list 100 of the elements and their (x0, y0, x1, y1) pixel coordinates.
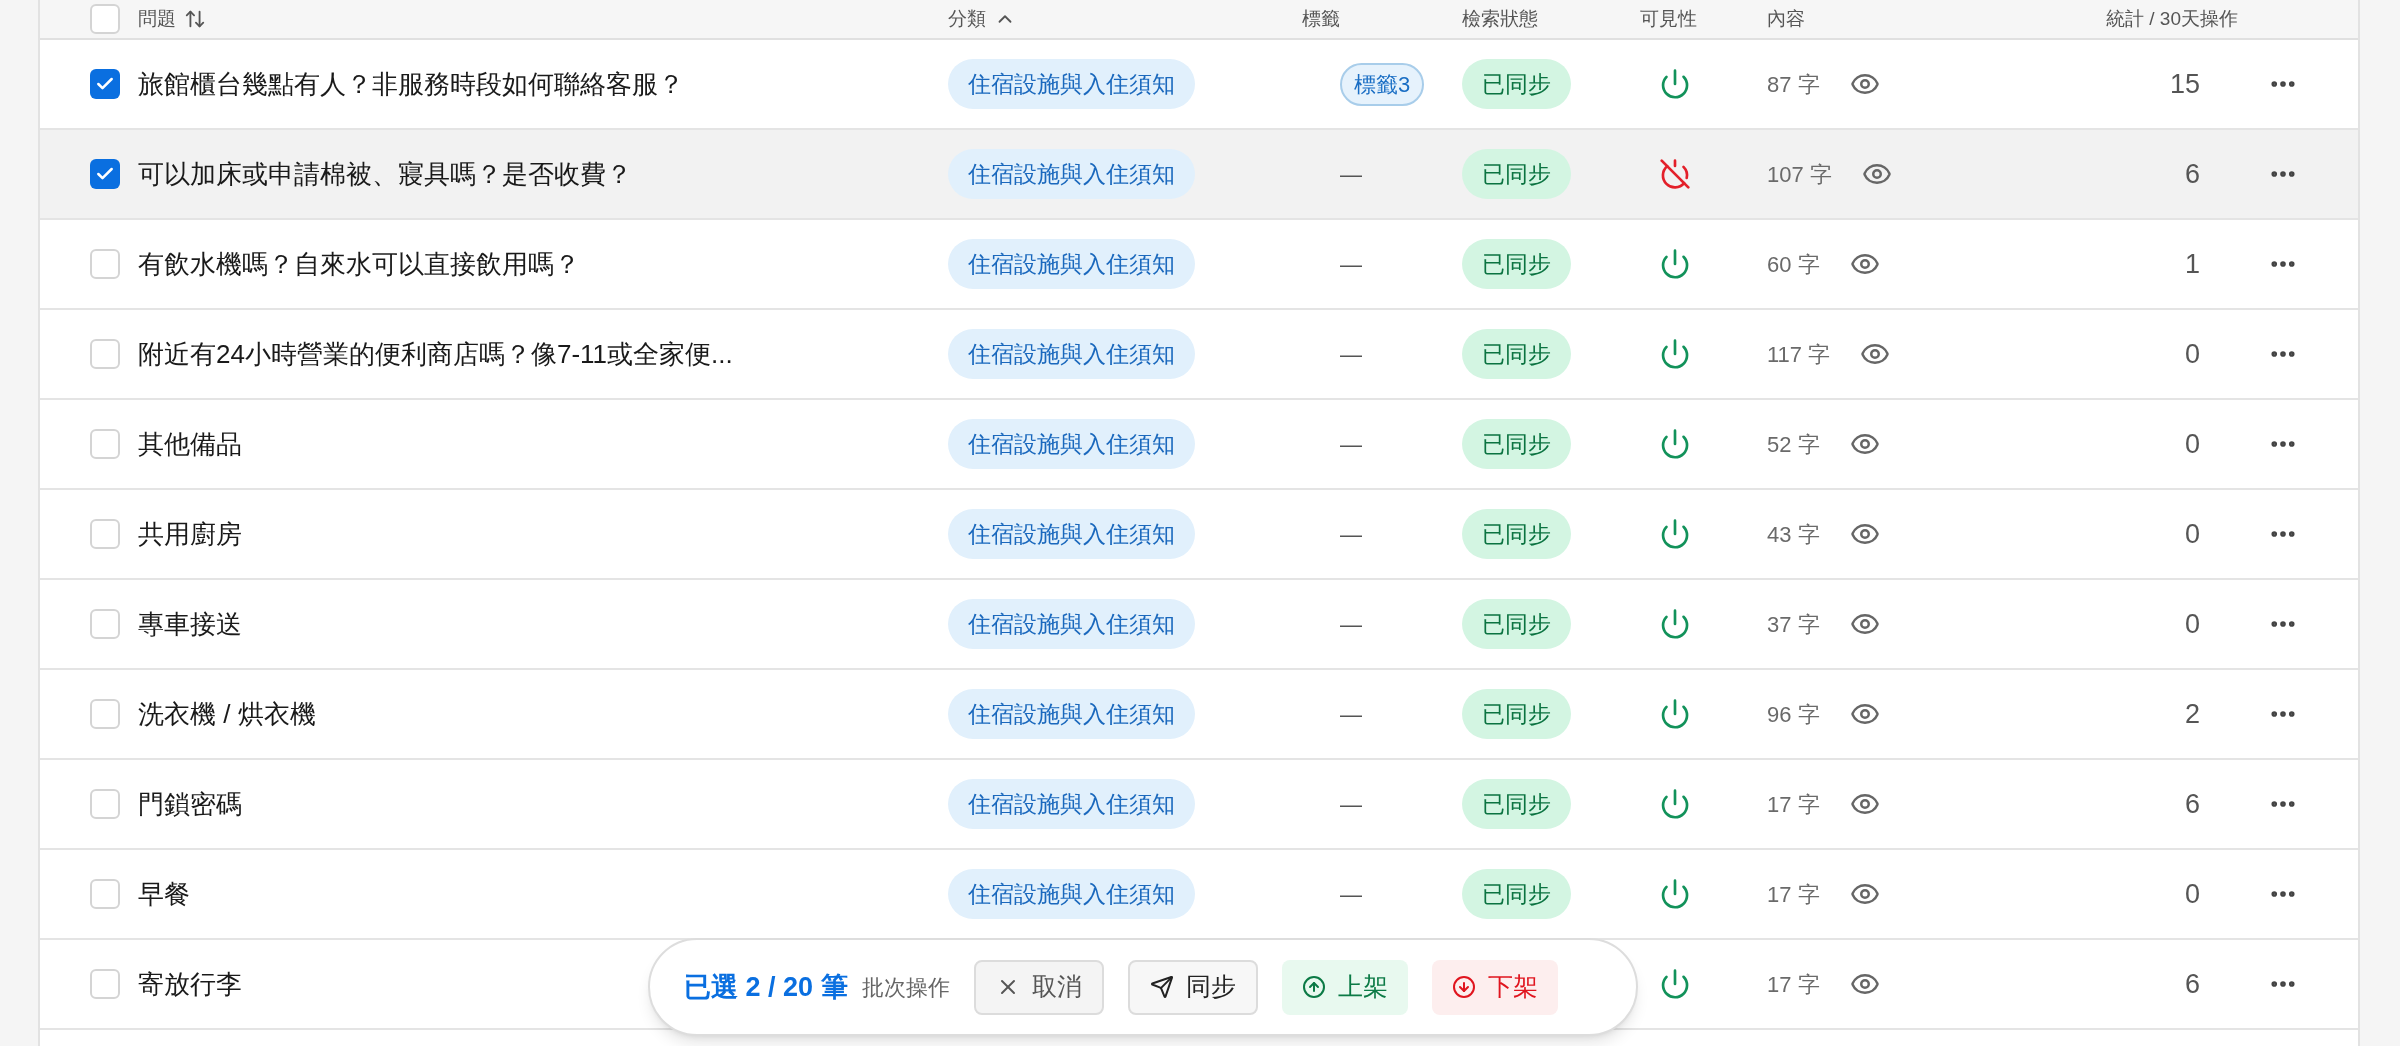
length-text: 43 字 (1767, 520, 1820, 549)
question-text: 共用廚房 (138, 518, 242, 549)
checkbox[interactable] (90, 339, 120, 369)
column-header: 內容 (1767, 6, 1805, 31)
question-text: 有飲水機嗎？自來水可以直接飲用嗎？ (138, 248, 580, 279)
empty-tag-dash: — (1340, 611, 1362, 637)
power-icon[interactable] (1659, 518, 1691, 550)
status-badge: 已同步 (1462, 148, 1571, 200)
length-text: 17 字 (1767, 970, 1820, 999)
category-tag: 住宿設施與入住須知 (948, 598, 1195, 650)
stat-count: 0 (2184, 518, 2200, 549)
question-text: 洗衣機 / 烘衣機 (138, 698, 316, 729)
publish-button[interactable]: 上架 (1281, 959, 1408, 1015)
checkbox[interactable] (90, 159, 120, 189)
column-header: 統計 / 30天 (2106, 6, 2200, 31)
length-text: 17 字 (1767, 790, 1820, 819)
power-icon[interactable] (1659, 68, 1691, 100)
table-row[interactable]: 可以加床或申請棉被、寢具嗎？是否收費？ 住宿設施與入住須知 — 已同步 107 字 6 (40, 130, 2358, 220)
length-text: 117 字 (1767, 340, 1831, 369)
stat-count: 6 (2184, 968, 2200, 999)
cancel-button[interactable]: 取消 (973, 959, 1104, 1015)
power-icon[interactable] (1659, 878, 1691, 910)
status-badge: 已同步 (1462, 598, 1571, 650)
status-badge: 已同步 (1462, 328, 1571, 380)
status-badge: 已同步 (1462, 868, 1571, 920)
status-badge: 已同步 (1462, 508, 1571, 560)
category-tag: 住宿設施與入住須知 (948, 868, 1195, 920)
status-badge: 已同步 (1462, 238, 1571, 290)
column-header: 可見性 (1640, 6, 1697, 31)
power-icon[interactable] (1659, 248, 1691, 280)
length-text: 87 字 (1767, 70, 1820, 99)
category-tag: 住宿設施與入住須知 (948, 508, 1195, 560)
empty-tag-dash: — (1340, 521, 1362, 547)
column-header: 操作 (2200, 6, 2238, 31)
power-icon[interactable] (1659, 428, 1691, 460)
status-badge: 已同步 (1462, 778, 1571, 830)
length-text: 107 字 (1767, 160, 1832, 189)
unpublish-button[interactable]: 下架 (1431, 959, 1558, 1015)
question-text: 專車接送 (138, 608, 242, 639)
stat-count: 0 (2184, 878, 2200, 909)
status-badge: 已同步 (1462, 418, 1571, 470)
checkbox[interactable] (90, 4, 120, 34)
checkbox[interactable] (90, 429, 120, 459)
bulk-label: 批次操作 (861, 973, 950, 1002)
selection-count: 已選 2 / 20 筆 (684, 970, 848, 1004)
checkbox[interactable] (90, 789, 120, 819)
status-badge: 已同步 (1462, 58, 1571, 110)
empty-tag-dash: — (1340, 341, 1362, 367)
tag: 標籤3 (1340, 62, 1425, 106)
category-tag: 住宿設施與入住須知 (948, 328, 1195, 380)
length-text: 52 字 (1767, 430, 1820, 459)
category-tag: 住宿設施與入住須知 (948, 778, 1195, 830)
empty-tag-dash: — (1340, 791, 1362, 817)
column-header: 標籤 (1302, 6, 1340, 31)
stat-count: 6 (2184, 158, 2200, 189)
checkbox[interactable] (90, 879, 120, 909)
length-text: 96 字 (1767, 700, 1820, 729)
question-text: 早餐 (138, 878, 190, 909)
stat-count: 2 (2184, 698, 2200, 729)
checkbox[interactable] (90, 249, 120, 279)
question-text: 旅館櫃台幾點有人？非服務時段如何聯絡客服？ (138, 68, 684, 99)
category-tag: 住宿設施與入住須知 (948, 688, 1195, 740)
checkbox[interactable] (90, 969, 120, 999)
empty-tag-dash: — (1340, 161, 1362, 187)
length-text: 37 字 (1767, 610, 1820, 639)
stat-count: 0 (2184, 338, 2200, 369)
power-icon[interactable] (1659, 608, 1691, 640)
empty-tag-dash: — (1340, 701, 1362, 727)
category-tag: 住宿設施與入住須知 (948, 58, 1195, 110)
column-header: 檢索狀態 (1462, 6, 1538, 31)
empty-tag-dash: — (1340, 431, 1362, 457)
sync-button[interactable]: 同步 (1127, 959, 1258, 1015)
question-text: 附近有24小時營業的便利商店嗎？像7-11或全家便... (138, 338, 733, 369)
empty-tag-dash: — (1340, 881, 1362, 907)
up-arrow-circle-icon (1301, 975, 1326, 999)
stat-count: 0 (2184, 428, 2200, 459)
power-icon[interactable] (1659, 698, 1691, 730)
column-header: 分類 (948, 6, 986, 31)
stat-count: 6 (2184, 788, 2200, 819)
empty-tag-dash: — (1340, 251, 1362, 277)
length-text: 17 字 (1767, 880, 1820, 909)
send-icon (1149, 975, 1174, 999)
question-text: 門鎖密碼 (138, 788, 242, 819)
question-text: 可以加床或申請棉被、寢具嗎？是否收費？ (138, 158, 632, 189)
sort-icon[interactable] (184, 8, 206, 30)
status-badge: 已同步 (1462, 688, 1571, 740)
power-icon[interactable] (1659, 338, 1691, 370)
power-icon[interactable] (1659, 968, 1691, 1000)
down-arrow-circle-icon (1451, 975, 1476, 999)
question-text: 其他備品 (138, 428, 242, 459)
power-icon[interactable] (1659, 788, 1691, 820)
checkbox[interactable] (90, 699, 120, 729)
length-text: 60 字 (1767, 250, 1820, 279)
stat-count: 15 (2169, 68, 2200, 99)
checkbox[interactable] (90, 69, 120, 99)
category-tag: 住宿設施與入住須知 (948, 238, 1195, 290)
power-off-icon[interactable] (1659, 158, 1691, 190)
checkbox[interactable] (90, 609, 120, 639)
column-header: 問題 (138, 6, 176, 31)
checkbox[interactable] (90, 519, 120, 549)
